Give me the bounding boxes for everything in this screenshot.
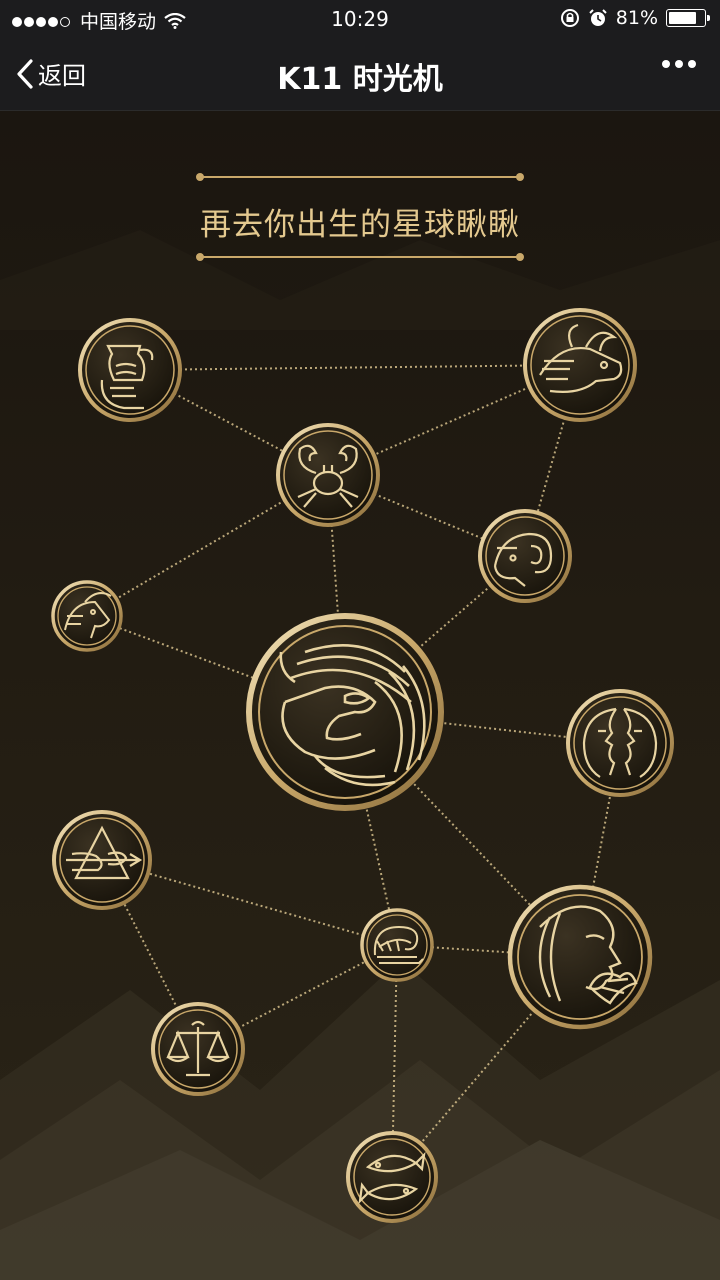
zodiac-medal-aries[interactable] [478, 509, 572, 603]
headline-banner: 再去你出生的星球瞅瞅 [190, 171, 530, 271]
page-title: K11 时光机 [277, 62, 443, 97]
zodiac-medal-taurus[interactable] [523, 308, 637, 422]
zodiac-medal-cancer[interactable] [276, 423, 380, 527]
zodiac-content: 再去你出生的星球瞅瞅 [0, 111, 720, 1280]
zodiac-medal-gemini[interactable] [566, 689, 674, 797]
bottom-divider [196, 253, 524, 261]
zodiac-medal-scorpio[interactable] [360, 908, 434, 982]
zodiac-medal-capricorn[interactable] [51, 580, 123, 652]
battery-percent: 81% [615, 7, 658, 29]
more-dot-icon [675, 60, 683, 68]
battery-icon [666, 9, 710, 27]
zodiac-medal-libra[interactable] [151, 1002, 245, 1096]
zodiac-medal-virgo[interactable] [507, 884, 653, 1030]
top-divider [196, 173, 524, 181]
status-bar: 中国移动 10:29 81% [0, 0, 720, 36]
zodiac-medal-leo[interactable] [246, 613, 444, 811]
zodiac-medal-pisces[interactable] [346, 1131, 438, 1223]
constellation-network [0, 230, 720, 1280]
zodiac-medal-aquarius[interactable] [78, 318, 182, 422]
nav-bar: 返回 K11 时光机 [0, 36, 720, 111]
alarm-icon [589, 9, 607, 26]
more-dot-icon [662, 60, 670, 68]
more-button[interactable] [662, 60, 696, 68]
more-dot-icon [688, 60, 696, 68]
headline-text: 再去你出生的星球瞅瞅 [200, 207, 520, 243]
zodiac-medal-sagittarius[interactable] [52, 810, 152, 910]
orientation-lock-icon [560, 9, 579, 27]
